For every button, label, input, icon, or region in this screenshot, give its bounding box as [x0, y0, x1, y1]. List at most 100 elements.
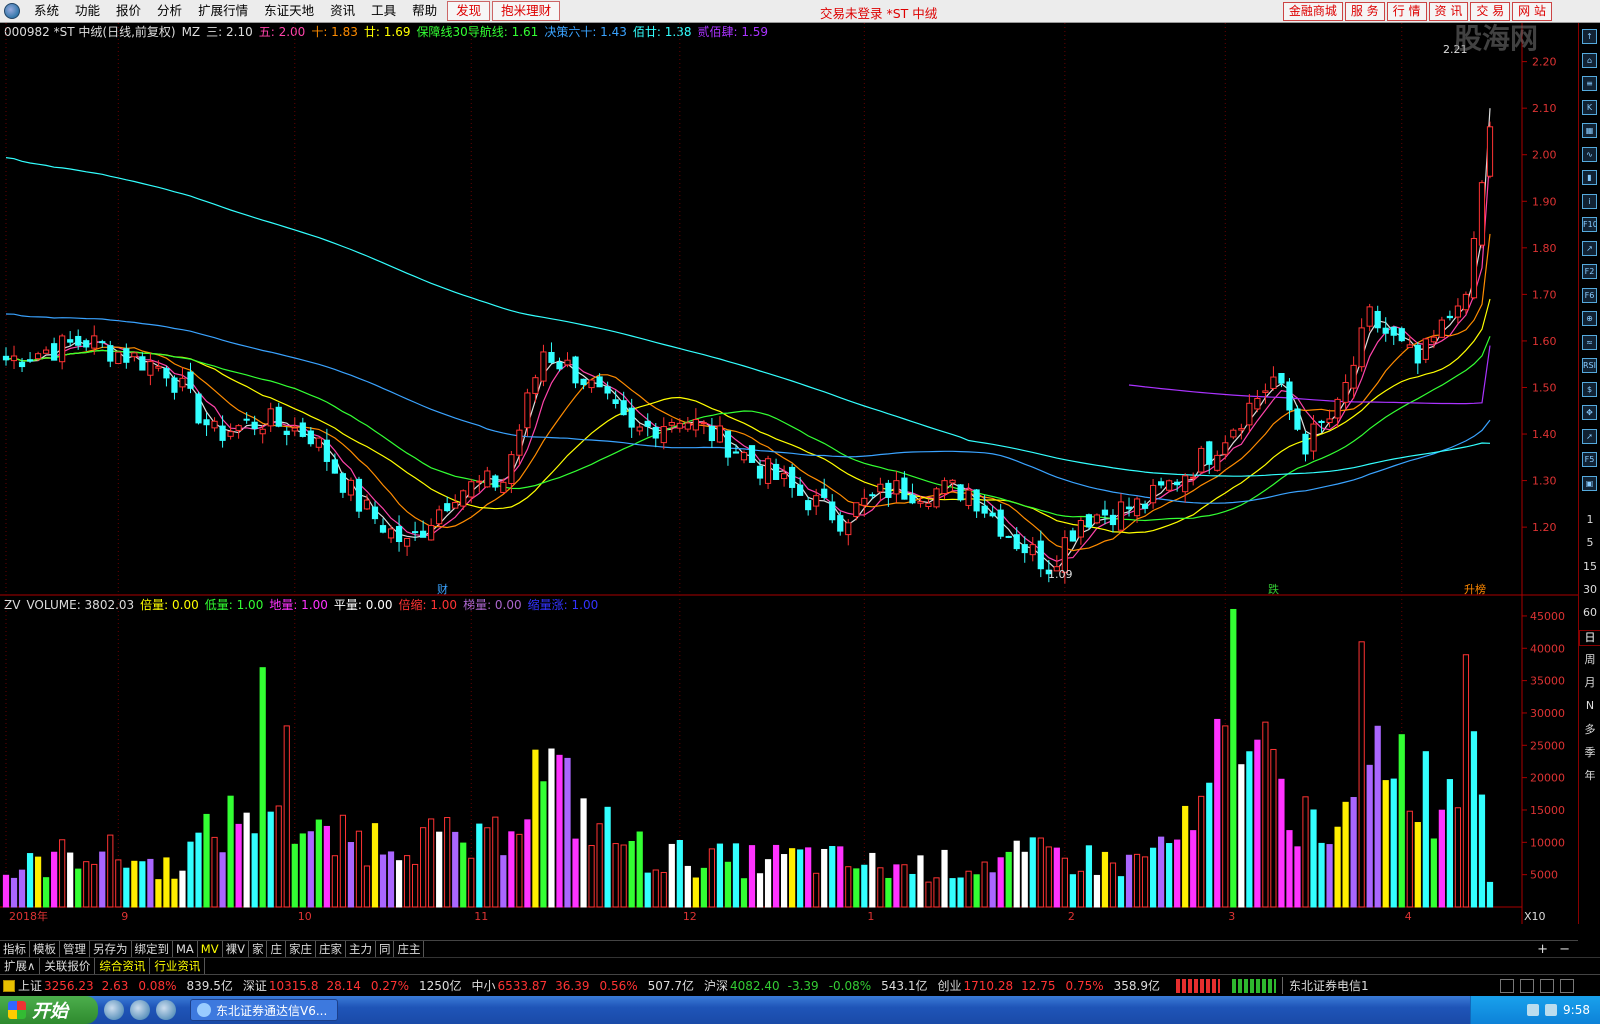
- volume-bar[interactable]: [965, 870, 972, 908]
- up-arrow-icon[interactable]: ↑: [1582, 29, 1597, 44]
- volume-bar[interactable]: [596, 823, 603, 908]
- volume-bar[interactable]: [363, 865, 371, 908]
- volume-bar[interactable]: [508, 831, 515, 908]
- volume-bar[interactable]: [1222, 725, 1229, 908]
- period-button[interactable]: 月: [1579, 676, 1600, 690]
- menu-extended-market[interactable]: 扩展行情: [190, 0, 256, 22]
- volume-bar[interactable]: [740, 878, 748, 908]
- service-button[interactable]: 服 务: [1344, 2, 1385, 21]
- volume-bar[interactable]: [829, 846, 836, 908]
- volume-bar[interactable]: [941, 849, 948, 908]
- candle[interactable]: [1005, 535, 1012, 539]
- volume-bar[interactable]: [283, 725, 290, 908]
- candle[interactable]: [1486, 121, 1494, 179]
- info-tab[interactable]: 扩展∧: [0, 958, 41, 974]
- volume-bar[interactable]: [155, 879, 162, 908]
- volume-bar[interactable]: [1446, 779, 1453, 908]
- volume-bar[interactable]: [2, 874, 10, 908]
- volume-bar[interactable]: [532, 749, 539, 908]
- volume-bar[interactable]: [75, 868, 82, 908]
- volume-bar[interactable]: [644, 872, 651, 908]
- f5-icon[interactable]: F5: [1582, 452, 1597, 467]
- website-button[interactable]: 网 站: [1512, 2, 1552, 21]
- volume-bar[interactable]: [1069, 874, 1076, 908]
- volume-bar[interactable]: [492, 816, 499, 908]
- period-button[interactable]: N: [1579, 699, 1600, 713]
- ticker-tool-icon[interactable]: [1540, 979, 1554, 993]
- volume-bar[interactable]: [468, 857, 475, 908]
- menu-tools[interactable]: 工具: [363, 0, 404, 22]
- volume-bar[interactable]: [1174, 839, 1181, 908]
- candle[interactable]: [1198, 445, 1205, 474]
- candle[interactable]: [115, 351, 122, 365]
- volume-bar[interactable]: [355, 830, 363, 908]
- volume-bar[interactable]: [115, 859, 122, 908]
- period-button[interactable]: 日: [1579, 629, 1600, 646]
- candle[interactable]: [1438, 316, 1445, 338]
- zoom-in-button[interactable]: +: [1537, 942, 1548, 957]
- start-button[interactable]: 开始: [0, 996, 98, 1024]
- volume-bar[interactable]: [10, 877, 18, 908]
- indicator-tab[interactable]: 裸V: [223, 941, 249, 957]
- period-button[interactable]: 季: [1579, 746, 1600, 760]
- trade-button[interactable]: 交 易: [1470, 2, 1511, 21]
- volume-bar[interactable]: [131, 860, 138, 908]
- menu-baomi-finance[interactable]: 抱米理财: [492, 1, 561, 21]
- chart-icon[interactable]: ▣: [1582, 475, 1597, 491]
- event-label-finance[interactable]: 财: [437, 582, 448, 596]
- candle[interactable]: [748, 445, 756, 463]
- ie-icon[interactable]: [104, 1000, 124, 1020]
- period-button[interactable]: 多: [1579, 723, 1600, 737]
- volume-bar[interactable]: [315, 819, 322, 908]
- volume-bar[interactable]: [572, 838, 579, 908]
- volume-bar[interactable]: [660, 871, 667, 908]
- volume-bar[interactable]: [1310, 809, 1317, 908]
- volume-bar[interactable]: [147, 858, 154, 908]
- finance-mall-button[interactable]: 金融商城: [1282, 2, 1343, 21]
- volume-bar[interactable]: [91, 863, 98, 908]
- volume-bar[interactable]: [1414, 822, 1421, 908]
- news-button[interactable]: 资 讯: [1428, 2, 1469, 21]
- volume-bar[interactable]: [235, 823, 242, 908]
- line-icon[interactable]: ∿: [1582, 146, 1597, 162]
- volume-bar[interactable]: [845, 866, 852, 908]
- volume-bar[interactable]: [1190, 830, 1197, 908]
- volume-bar[interactable]: [756, 873, 764, 908]
- volume-bar[interactable]: [1270, 748, 1277, 908]
- volume-bar[interactable]: [805, 847, 812, 908]
- list-icon[interactable]: ≡: [1582, 76, 1597, 91]
- candle[interactable]: [1294, 405, 1301, 432]
- volume-bar[interactable]: [339, 814, 347, 908]
- rsi-icon[interactable]: RSI: [1582, 358, 1597, 373]
- volume-bar[interactable]: [700, 867, 707, 908]
- volume-bar[interactable]: [516, 833, 523, 908]
- market-button[interactable]: 行 情: [1386, 2, 1427, 21]
- volume-bar[interactable]: [797, 849, 804, 908]
- volume-bar[interactable]: [371, 823, 379, 908]
- volume-bar[interactable]: [772, 844, 780, 908]
- volume-bar[interactable]: [1374, 725, 1381, 908]
- volume-bar[interactable]: [26, 853, 34, 908]
- volume-bar[interactable]: [1085, 845, 1093, 908]
- volume-bar[interactable]: [548, 748, 555, 908]
- volume-bar[interactable]: [1358, 641, 1365, 908]
- volume-bar[interactable]: [1013, 840, 1020, 908]
- menu-dongzheng[interactable]: 东证天地: [256, 0, 322, 22]
- volume-bar[interactable]: [1125, 854, 1133, 908]
- candle[interactable]: [572, 355, 579, 389]
- menu-function[interactable]: 功能: [67, 0, 108, 22]
- volume-bar[interactable]: [837, 846, 844, 908]
- volume-bar[interactable]: [1101, 851, 1109, 908]
- volume-bar[interactable]: [933, 877, 940, 908]
- volume-bar[interactable]: [67, 852, 74, 908]
- volume-bar[interactable]: [1478, 794, 1486, 908]
- indicator-tab[interactable]: 庄家: [316, 941, 346, 957]
- volume-bar[interactable]: [821, 848, 828, 908]
- volume-bar[interactable]: [1462, 654, 1470, 908]
- volume-bar[interactable]: [1398, 734, 1405, 908]
- volume-bar[interactable]: [1053, 847, 1060, 908]
- volume-bar[interactable]: [500, 855, 507, 908]
- candle[interactable]: [195, 391, 202, 425]
- volume-bar[interactable]: [139, 861, 146, 908]
- volume-bar[interactable]: [59, 839, 66, 908]
